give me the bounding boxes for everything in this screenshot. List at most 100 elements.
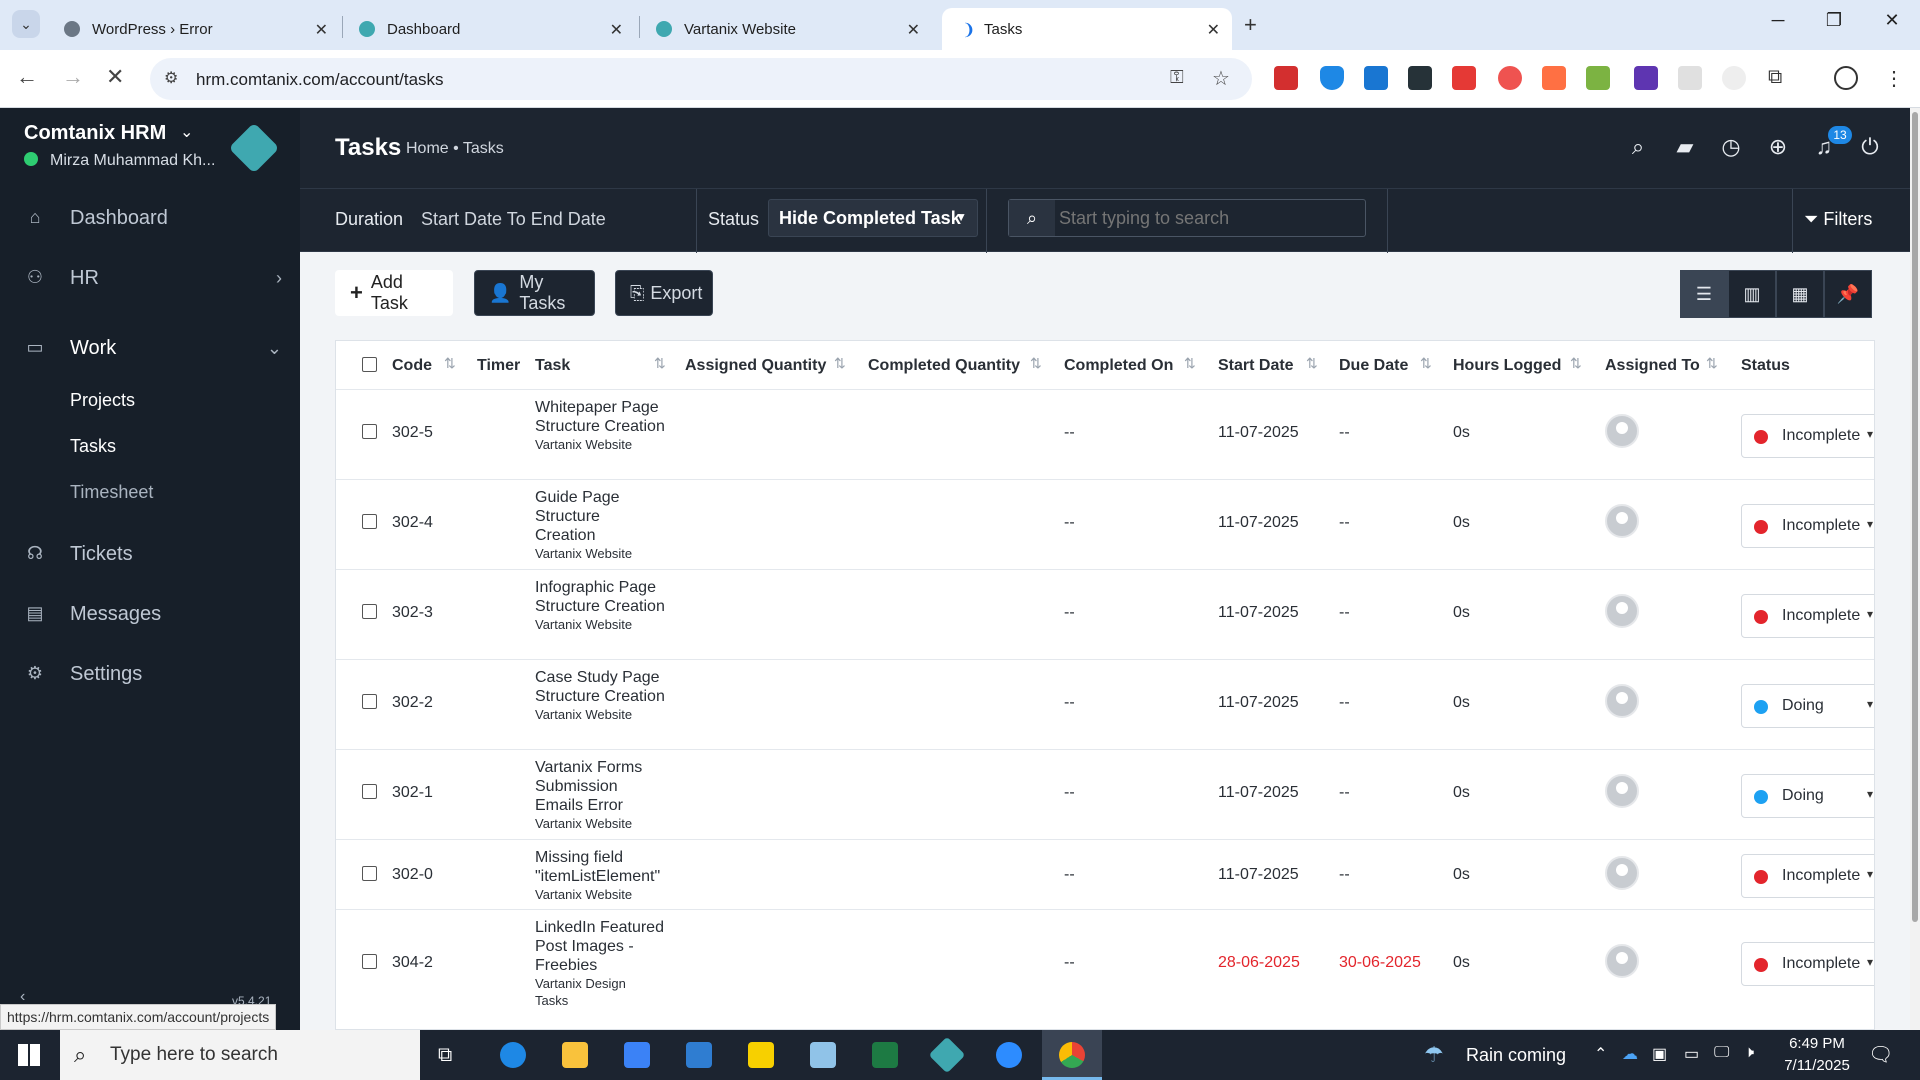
password-key-icon[interactable]: ⚿ bbox=[1170, 67, 1184, 88]
table-row[interactable]: 302-1 Vartanix Forms Submission Emails E… bbox=[336, 749, 1874, 839]
avatar[interactable] bbox=[1605, 684, 1639, 718]
list-view-icon[interactable]: ☰ bbox=[1680, 270, 1728, 318]
weather-icon[interactable]: ☂ bbox=[1424, 1042, 1444, 1068]
task-title[interactable]: LinkedIn Featured Post Images - Freebies bbox=[535, 918, 675, 975]
my-tasks-button[interactable]: 👤 My Tasks bbox=[474, 270, 595, 316]
avatar[interactable] bbox=[1605, 856, 1639, 890]
row-checkbox[interactable] bbox=[362, 866, 377, 881]
power-icon[interactable]: ⏻ bbox=[1856, 134, 1884, 160]
new-tab-icon[interactable]: + bbox=[1244, 12, 1257, 38]
search-box[interactable]: ⌕ bbox=[1008, 199, 1366, 237]
windows-start-icon[interactable] bbox=[18, 1044, 40, 1066]
avatar[interactable] bbox=[1605, 944, 1639, 978]
table-row[interactable]: 304-2 LinkedIn Featured Post Images - Fr… bbox=[336, 909, 1874, 1019]
sort-icon[interactable]: ⇅ bbox=[1030, 355, 1042, 372]
column-header[interactable]: Code bbox=[392, 357, 432, 375]
task-view-icon[interactable]: ⧉ bbox=[438, 1044, 452, 1067]
clock-icon[interactable]: ◷ bbox=[1717, 134, 1745, 160]
column-header[interactable]: Task bbox=[535, 357, 570, 375]
acrobat-extension-icon[interactable] bbox=[1274, 66, 1298, 90]
status-dropdown[interactable]: Incomplete ▾ bbox=[1741, 854, 1874, 898]
sort-icon[interactable]: ⇅ bbox=[1306, 355, 1318, 372]
sidebar-subitem-tasks[interactable]: Tasks bbox=[70, 436, 116, 457]
task-project[interactable]: Vartanix Website bbox=[535, 616, 685, 633]
network-icon[interactable]: 🖵 bbox=[1714, 1044, 1729, 1062]
edge-icon[interactable] bbox=[500, 1042, 526, 1068]
column-header[interactable]: Start Date bbox=[1218, 357, 1294, 375]
column-header[interactable]: Assigned To bbox=[1605, 357, 1700, 375]
duration-date-range[interactable]: Start Date To End Date bbox=[421, 209, 606, 230]
site-settings-icon[interactable]: ⚙ bbox=[164, 68, 178, 88]
close-icon[interactable]: ✕ bbox=[907, 20, 920, 40]
browser-tab[interactable]: Dashboard ✕ bbox=[345, 8, 635, 50]
sort-icon[interactable]: ⇅ bbox=[444, 355, 456, 372]
avatar[interactable] bbox=[1605, 414, 1639, 448]
task-title[interactable]: Case Study Page Structure Creation bbox=[535, 668, 675, 706]
status-dropdown[interactable]: Incomplete ▾ bbox=[1741, 942, 1874, 986]
table-row[interactable]: 302-2 Case Study Page Structure Creation… bbox=[336, 659, 1874, 749]
sort-icon[interactable]: ⇅ bbox=[654, 355, 666, 372]
sort-icon[interactable]: ⇅ bbox=[1184, 355, 1196, 372]
sidebar-item-tickets[interactable]: ☊ Tickets bbox=[0, 528, 300, 580]
status-filter-select[interactable]: Hide Completed Task ▼ bbox=[768, 199, 978, 237]
search-input[interactable] bbox=[1059, 204, 1359, 232]
page-scrollbar[interactable] bbox=[1910, 108, 1920, 1030]
status-dropdown[interactable]: Incomplete ▾ bbox=[1741, 594, 1874, 638]
scrollbar-thumb[interactable] bbox=[1912, 112, 1918, 922]
sort-icon[interactable]: ⇅ bbox=[834, 355, 846, 372]
window-close-icon[interactable]: ✕ bbox=[1872, 10, 1912, 31]
row-checkbox[interactable] bbox=[362, 784, 377, 799]
table-row[interactable]: 302-4 Guide Page Structure Creation Vart… bbox=[336, 479, 1874, 569]
pin-icon[interactable]: 📌 bbox=[1824, 270, 1872, 318]
badge-extension-icon[interactable] bbox=[1634, 66, 1658, 90]
row-checkbox[interactable] bbox=[362, 604, 377, 619]
minimize-icon[interactable]: ─ bbox=[1758, 10, 1798, 31]
row-checkbox[interactable] bbox=[362, 694, 377, 709]
pokeball-extension-icon[interactable] bbox=[1498, 66, 1522, 90]
add-task-button[interactable]: + Add Task bbox=[335, 270, 453, 316]
taskbar-search-box[interactable]: ⌕ Type here to search bbox=[60, 1030, 420, 1080]
status-dropdown[interactable]: Doing ▾ bbox=[1741, 774, 1874, 818]
restore-icon[interactable]: ❐ bbox=[1814, 10, 1854, 31]
calendar-view-icon[interactable]: ▦ bbox=[1776, 270, 1824, 318]
file-explorer-icon[interactable] bbox=[562, 1042, 588, 1068]
task-project[interactable]: Vartanix Website bbox=[535, 436, 685, 453]
camera-extension-icon[interactable] bbox=[1408, 66, 1432, 90]
table-row[interactable]: 302-0 Missing field "itemListElement" Va… bbox=[336, 839, 1874, 909]
task-title[interactable]: Guide Page Structure Creation bbox=[535, 488, 635, 545]
onedrive-icon[interactable]: ☁ bbox=[1622, 1044, 1638, 1064]
sort-icon[interactable]: ⇅ bbox=[1420, 355, 1432, 372]
status-dropdown[interactable]: Doing ▾ bbox=[1741, 684, 1874, 728]
browser-tab[interactable]: Vartanix Website ✕ bbox=[642, 8, 932, 50]
sidebar-subitem-projects[interactable]: Projects bbox=[70, 390, 135, 411]
chrome-taskbar-active[interactable] bbox=[1042, 1030, 1102, 1080]
sidebar-item-messages[interactable]: ▤ Messages bbox=[0, 588, 300, 640]
avatar[interactable] bbox=[1605, 774, 1639, 808]
task-project[interactable]: Vartanix Website bbox=[535, 545, 685, 562]
sidebar-item-hr[interactable]: ⚇ HR › bbox=[0, 252, 300, 304]
back-icon[interactable]: ← bbox=[16, 64, 38, 90]
url-text[interactable]: hrm.comtanix.com/account/tasks bbox=[196, 70, 444, 90]
zoom-icon[interactable] bbox=[996, 1042, 1022, 1068]
shield-extension-icon[interactable] bbox=[1320, 66, 1344, 90]
column-header[interactable]: Assigned Quantity bbox=[685, 357, 826, 375]
sort-icon[interactable]: ⇅ bbox=[1570, 355, 1582, 372]
task-project[interactable]: Vartanix Website bbox=[535, 815, 685, 832]
select-all-checkbox[interactable] bbox=[362, 357, 377, 372]
column-header[interactable]: Due Date bbox=[1339, 357, 1408, 375]
volume-muted-icon[interactable]: 🕨 bbox=[1744, 1044, 1754, 1062]
clock-time[interactable]: 6:49 PM bbox=[1780, 1035, 1854, 1052]
puzzle-extensions-icon[interactable]: ⧉ bbox=[1768, 66, 1792, 90]
grid-extension-icon[interactable] bbox=[1678, 66, 1702, 90]
breadcrumb[interactable]: Home • Tasks bbox=[406, 140, 504, 158]
microsoft-store-icon[interactable] bbox=[624, 1042, 650, 1068]
row-checkbox[interactable] bbox=[362, 424, 377, 439]
sidebar-subitem-timesheet[interactable]: Timesheet bbox=[70, 482, 153, 503]
company-name[interactable]: Comtanix HRM bbox=[24, 122, 166, 145]
sticky-note-icon[interactable]: ▰ bbox=[1671, 134, 1699, 160]
column-header[interactable]: Completed Quantity bbox=[868, 357, 1020, 375]
browser-tab-active[interactable]: ❩ Tasks ✕ bbox=[942, 8, 1232, 50]
forward-icon[interactable]: → bbox=[62, 64, 84, 90]
clock-date[interactable]: 7/11/2025 bbox=[1780, 1057, 1854, 1074]
column-header[interactable]: Completed On bbox=[1064, 357, 1173, 375]
